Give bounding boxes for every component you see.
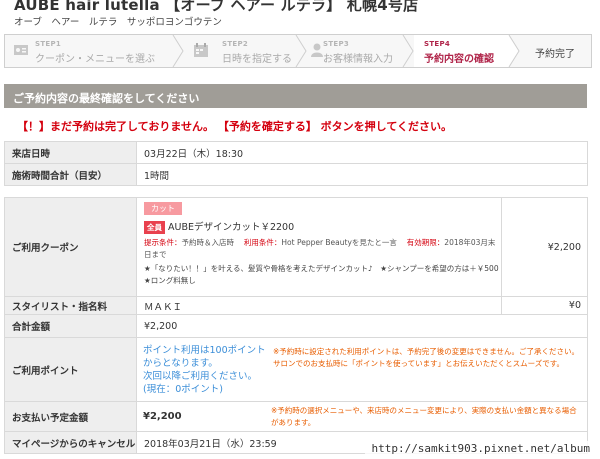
calendar-icon [194, 43, 208, 57]
total-value: ¥2,200 [136, 314, 588, 338]
shop-kana: オーブ ヘアー ルテラ サッポロヨンゴウテン [14, 17, 222, 28]
table-row: 施術時間合計（目安） 1時間 [4, 163, 588, 186]
step-2-number: STEP2 [222, 40, 249, 48]
points-info: ポイント利用は100ポイント からとなります。 次回以降ご利用ください。 (現在… [143, 344, 266, 395]
payment-note: ※予約時の選択メニューや、来店時のメニュー変更により、実際の支払い金額と異なる場… [271, 405, 577, 427]
table-spacer [4, 185, 588, 198]
watermark-url: http://samkit903.pixnet.net/album [365, 441, 596, 456]
progress-steps: STEP1 クーポン・メニューを選ぶ STEP2 日時を指定する STEP3 お… [4, 34, 592, 68]
step-1-number: STEP1 [35, 40, 62, 48]
table-row: お支払い予定金額 ¥2,200 ※予約時の選択メニューや、来店時のメニュー変更に… [4, 401, 588, 432]
payment-cell: ¥2,200 ※予約時の選択メニューや、来店時のメニュー変更により、実際の支払い… [136, 401, 588, 432]
step-2: STEP2 日時を指定する [185, 35, 305, 67]
step-1: STEP1 クーポン・メニューを選ぶ [5, 35, 175, 67]
points-note: ※予約時に設定された利用ポイントは、予約完了後の変更はできません。ご了承ください… [273, 346, 580, 368]
payment-value: ¥2,200 [143, 411, 182, 422]
step-3: STEP3 お客様情報入力 [307, 35, 417, 67]
visit-value: 03月22日（木）18:30 [136, 141, 588, 164]
stylist-price: ¥0 [501, 296, 588, 315]
duration-value: 1時間 [136, 163, 588, 186]
warning-message: 【！】まだ予約は完了しておりません。 【予約を確定する】 ボタンを押してください… [17, 120, 453, 133]
confirm-heading: ご予約内容の最終確認をしてください [4, 84, 587, 108]
points-cell: ポイント利用は100ポイント からとなります。 次回以降ご利用ください。 (現在… [136, 337, 588, 402]
stylist-label: スタイリスト・指名料 [4, 296, 137, 315]
total-label: 合計金額 [4, 314, 137, 338]
step-1-label: クーポン・メニューを選ぶ [35, 54, 155, 65]
step-4: STEP4 予約内容の確認 [414, 35, 509, 67]
coupon-conditions: 提示条件：予約時＆入店時 利用条件：Hot Pepper Beautyを見たと一… [144, 238, 496, 259]
coupon-name[interactable]: AUBEデザインカット￥2200 [168, 222, 294, 233]
cancel-label: マイページからのキャンセル [4, 431, 137, 454]
coupon-detail[interactable]: カット 全員 AUBEデザインカット￥2200 提示条件：予約時＆入店時 利用条件… [136, 197, 507, 297]
coupon-all-badge: 全員 [144, 221, 165, 234]
coupon-price: ¥2,200 [501, 197, 588, 297]
step-3-number: STEP3 [323, 40, 350, 48]
step-3-label: お客様情報入力 [323, 54, 393, 65]
table-row: スタイリスト・指名料 ＭＡＫＩ ¥0 [4, 296, 588, 315]
duration-label: 施術時間合計（目安） [4, 163, 137, 186]
coupon-description: ★「なりたい！！」を叶える、髪質や骨格を考えたデザインカット♪ ★シャンプーを希… [144, 264, 507, 285]
table-row: 来店日時 03月22日（木）18:30 [4, 141, 588, 164]
coupon-icon [14, 45, 28, 55]
chevron-right-icon [402, 35, 414, 67]
table-row: ご利用ポイント ポイント利用は100ポイント からとなります。 次回以降ご利用く… [4, 337, 588, 402]
shop-title: AUBE hair lutella 【オーブ ヘアー ルテラ】 札幌4号店 [14, 0, 419, 14]
stylist-value: ＭＡＫＩ [136, 296, 502, 315]
payment-label: お支払い予定金額 [4, 401, 137, 432]
step-4-number: STEP4 [424, 40, 451, 48]
coupon-category-tag: カット [144, 202, 182, 215]
chevron-right-icon [295, 35, 307, 67]
chevron-right-icon [508, 35, 520, 67]
step-2-label: 日時を指定する [222, 54, 292, 65]
chevron-right-icon [172, 35, 184, 67]
step-4-label: 予約内容の確認 [424, 54, 494, 65]
step-5: 予約完了 [523, 35, 591, 67]
coupon-label: ご利用クーポン [4, 197, 137, 297]
table-row: ご利用クーポン カット 全員 AUBEデザインカット￥2200 提示条件：予約時＆… [4, 197, 588, 297]
step-5-label: 予約完了 [535, 49, 575, 60]
table-row: 合計金額 ¥2,200 [4, 314, 588, 338]
visit-label: 来店日時 [4, 141, 137, 164]
reservation-details-table: 来店日時 03月22日（木）18:30 施術時間合計（目安） 1時間 ご利用クー… [4, 141, 588, 454]
points-label: ご利用ポイント [4, 337, 137, 402]
